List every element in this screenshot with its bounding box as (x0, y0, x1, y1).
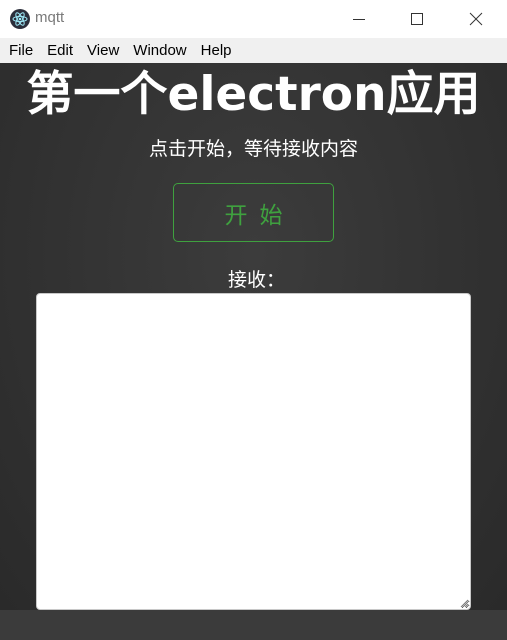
maximize-icon (411, 13, 423, 25)
close-button[interactable] (447, 0, 505, 38)
menu-file[interactable]: File (2, 38, 40, 63)
bottom-strip (0, 610, 507, 640)
minimize-icon (353, 19, 365, 20)
page-title: 第一个electron应用 (0, 65, 507, 125)
menu-bar: File Edit View Window Help (0, 38, 507, 63)
menu-edit[interactable]: Edit (40, 38, 80, 63)
page-title-prefix: 第一个 (26, 67, 168, 122)
page-title-en: electron (167, 67, 387, 122)
resize-grip-icon[interactable] (459, 598, 469, 608)
app-content: 第一个electron应用 点击开始，等待接收内容 开始 接收： (0, 63, 507, 610)
menu-help[interactable]: Help (194, 38, 239, 63)
maximize-button[interactable] (388, 0, 446, 38)
window-title: mqtt (35, 9, 65, 26)
electron-atom-icon (10, 9, 30, 29)
page-title-suffix: 应用 (386, 67, 481, 122)
minimize-button[interactable] (330, 0, 388, 38)
close-icon (469, 12, 483, 26)
title-bar: mqtt (0, 0, 507, 38)
receive-textarea[interactable] (36, 293, 471, 610)
menu-view[interactable]: View (80, 38, 126, 63)
page-subtitle: 点击开始，等待接收内容 (148, 138, 358, 160)
start-button[interactable]: 开始 (173, 183, 334, 242)
menu-window[interactable]: Window (126, 38, 193, 63)
receive-label: 接收： (227, 269, 285, 291)
